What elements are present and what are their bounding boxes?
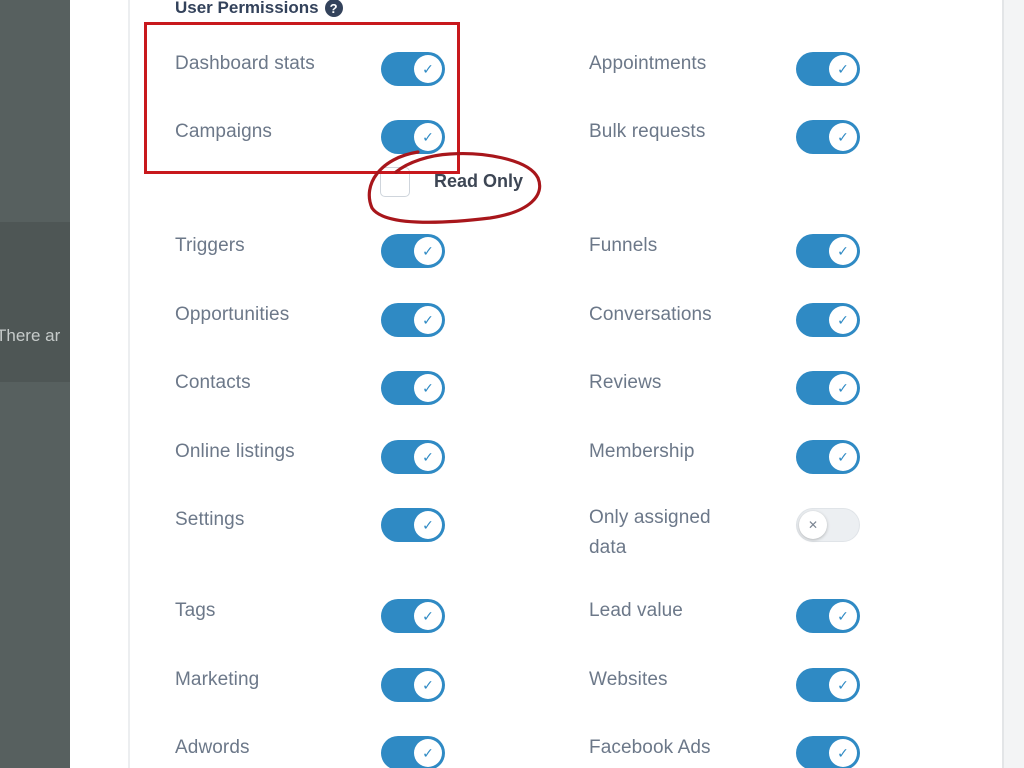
permission-label-right: Bulk requests <box>589 121 706 142</box>
permission-label-left: Settings <box>175 509 245 530</box>
permission-toggle-right[interactable]: ✓ <box>796 736 860 768</box>
permission-label-right: Funnels <box>589 235 658 256</box>
permission-toggle-right[interactable]: ✓ <box>796 668 860 702</box>
permission-toggle-left[interactable]: ✓ <box>381 508 445 542</box>
permissions-screen: There ar User Permissions ? Dashboard st… <box>0 0 1024 768</box>
check-icon: ✓ <box>414 602 442 630</box>
x-icon: ✕ <box>799 511 827 539</box>
background-text: There ar <box>0 326 61 345</box>
check-icon: ✓ <box>829 671 857 699</box>
permission-label-right: Conversations <box>589 304 712 325</box>
permission-label-right: Only assigned data <box>589 507 711 558</box>
check-icon: ✓ <box>829 739 857 767</box>
permission-label-left: Marketing <box>175 669 260 690</box>
permission-toggle-right[interactable]: ✕ <box>796 508 860 542</box>
check-icon: ✓ <box>829 602 857 630</box>
permission-label-right: Facebook Ads <box>589 737 711 758</box>
permission-label-left: Opportunities <box>175 304 290 325</box>
check-icon: ✓ <box>829 443 857 471</box>
permission-toggle-left[interactable]: ✓ <box>381 440 445 474</box>
permission-label-left: Contacts <box>175 372 251 393</box>
permission-toggle-right[interactable]: ✓ <box>796 371 860 405</box>
permission-label-right: Lead value <box>589 600 683 621</box>
permission-toggle-right[interactable]: ✓ <box>796 52 860 86</box>
modal-border-left <box>128 0 130 768</box>
permission-toggle-right[interactable]: ✓ <box>796 120 860 154</box>
modal-right-gutter <box>1004 0 1024 768</box>
check-icon: ✓ <box>414 443 442 471</box>
permission-toggle-left[interactable]: ✓ <box>381 599 445 633</box>
check-icon: ✓ <box>414 306 442 334</box>
permission-toggle-right[interactable]: ✓ <box>796 599 860 633</box>
permission-toggle-left[interactable]: ✓ <box>381 736 445 768</box>
annotation-circle <box>367 150 542 224</box>
permission-label-right: Appointments <box>589 53 707 74</box>
background-panel <box>0 222 70 382</box>
check-icon: ✓ <box>414 739 442 767</box>
check-icon: ✓ <box>414 671 442 699</box>
section-title-text: User Permissions <box>175 0 319 17</box>
permission-label-left: Triggers <box>175 235 245 256</box>
check-icon: ✓ <box>829 237 857 265</box>
background-overlay <box>0 0 70 768</box>
permission-toggle-left[interactable]: ✓ <box>381 371 445 405</box>
permission-toggle-right[interactable]: ✓ <box>796 303 860 337</box>
permission-label-right: Reviews <box>589 372 662 393</box>
permission-label-right: Membership <box>589 441 695 462</box>
permission-label-left: Adwords <box>175 737 250 758</box>
permission-toggle-left[interactable]: ✓ <box>381 234 445 268</box>
permission-toggle-right[interactable]: ✓ <box>796 234 860 268</box>
permission-label-left: Tags <box>175 600 216 621</box>
check-icon: ✓ <box>414 237 442 265</box>
permission-toggle-left[interactable]: ✓ <box>381 668 445 702</box>
permission-label-right: Websites <box>589 669 668 690</box>
permission-label-left: Online listings <box>175 441 295 462</box>
section-title: User Permissions ? <box>175 0 343 18</box>
permission-toggle-left[interactable]: ✓ <box>381 303 445 337</box>
check-icon: ✓ <box>829 123 857 151</box>
permission-toggle-right[interactable]: ✓ <box>796 440 860 474</box>
check-icon: ✓ <box>829 306 857 334</box>
question-circle-icon[interactable]: ? <box>324 0 343 17</box>
check-icon: ✓ <box>414 374 442 402</box>
modal-left-gutter <box>70 0 130 768</box>
check-icon: ✓ <box>414 511 442 539</box>
check-icon: ✓ <box>829 374 857 402</box>
check-icon: ✓ <box>829 55 857 83</box>
